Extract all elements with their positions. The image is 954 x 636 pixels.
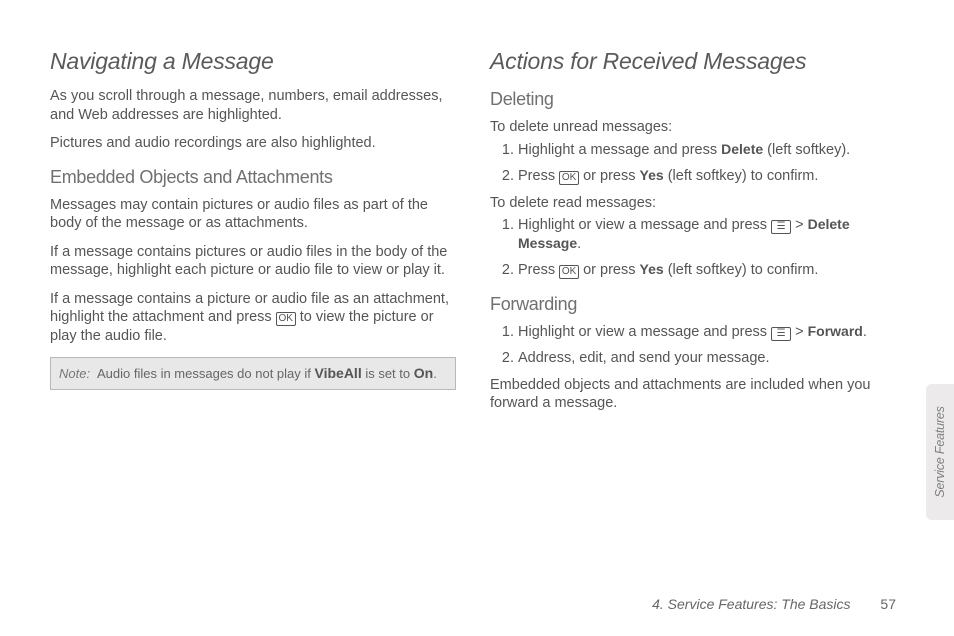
text-fragment: . [863,324,867,340]
heading-navigating: Navigating a Message [50,48,456,75]
bold-text: Yes [640,261,664,277]
step-item: Highlight a message and press Delete (le… [518,141,896,160]
text-fragment: > [791,217,808,233]
body-text: If a message contains a picture or audio… [50,290,456,346]
bold-text: VibeAll [315,365,362,381]
ok-key-icon: OK [559,171,579,185]
body-text: Messages may contain pictures or audio f… [50,196,456,233]
heading-deleting: Deleting [490,89,896,110]
text-fragment: Highlight or view a message and press [518,324,771,340]
page-footer: 4. Service Features: The Basics 57 [652,596,896,612]
heading-embedded: Embedded Objects and Attachments [50,167,456,188]
bold-text: Yes [640,167,664,183]
note-box: Note: Audio files in messages do not pla… [50,357,456,390]
steps-list: Highlight or view a message and press ☰ … [490,216,896,280]
right-column: Actions for Received Messages Deleting T… [490,48,896,608]
side-tab-label: Service Features [933,406,947,497]
step-item: Address, edit, and send your message. [518,349,896,368]
bold-text: Forward [808,323,863,339]
note-text: Audio files in messages do not play if [97,366,315,381]
step-item: Highlight or view a message and press ☰ … [518,216,896,253]
body-text: Embedded objects and attachments are inc… [490,376,896,413]
intro-text: To delete read messages: [490,194,896,213]
steps-list: Highlight a message and press Delete (le… [490,141,896,186]
page-number: 57 [880,596,896,612]
note-text: is set to [362,366,414,381]
text-fragment: (left softkey) to confirm. [664,168,819,184]
text-fragment: Highlight a message and press [518,142,721,158]
steps-list: Highlight or view a message and press ☰ … [490,323,896,368]
body-text: Pictures and audio recordings are also h… [50,134,456,153]
body-text: If a message contains pictures or audio … [50,243,456,280]
step-item: Press OK or press Yes (left softkey) to … [518,261,896,280]
ok-key-icon: OK [559,265,579,279]
menu-key-icon: ☰ [771,220,791,234]
body-text: As you scroll through a message, numbers… [50,87,456,124]
note-label: Note: [59,366,90,381]
text-fragment: or press [579,262,639,278]
text-fragment: (left softkey) to confirm. [664,262,819,278]
text-fragment: . [577,236,581,252]
intro-text: To delete unread messages: [490,118,896,137]
text-fragment: Press [518,168,559,184]
left-column: Navigating a Message As you scroll throu… [50,48,456,608]
note-text: . [433,366,437,381]
step-item: Press OK or press Yes (left softkey) to … [518,167,896,186]
heading-forwarding: Forwarding [490,294,896,315]
footer-section: 4. Service Features: The Basics [652,596,850,612]
ok-key-icon: OK [276,312,296,326]
text-fragment: > [791,324,808,340]
side-tab: Service Features [926,384,954,520]
text-fragment: Press [518,262,559,278]
text-fragment: or press [579,168,639,184]
text-fragment: (left softkey). [763,142,850,158]
menu-key-icon: ☰ [771,327,791,341]
heading-actions: Actions for Received Messages [490,48,896,75]
step-item: Highlight or view a message and press ☰ … [518,323,896,342]
manual-page: Navigating a Message As you scroll throu… [0,0,954,636]
bold-text: Delete [721,141,763,157]
bold-text: On [414,365,433,381]
text-fragment: Highlight or view a message and press [518,217,771,233]
